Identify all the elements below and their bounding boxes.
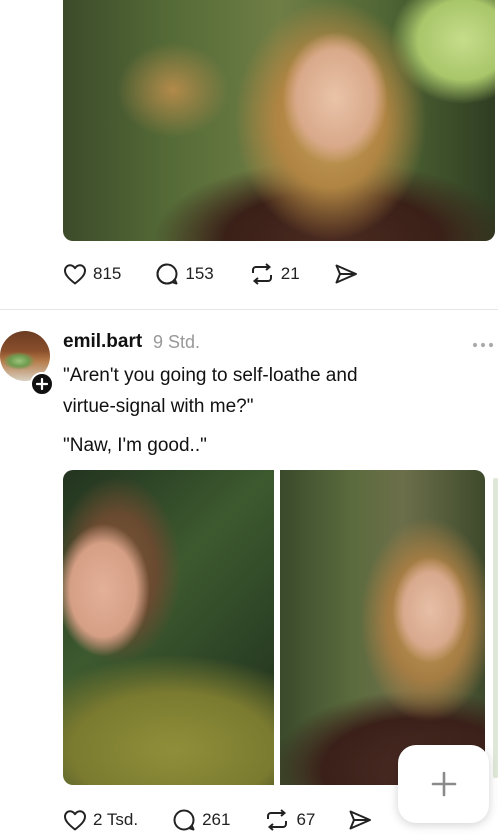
like-button[interactable]: 2 Tsd. (63, 809, 138, 831)
repost-count: 21 (280, 264, 300, 283)
repost-button[interactable]: 21 (249, 262, 300, 286)
reply-button[interactable]: 261 (172, 808, 230, 832)
reply-button[interactable]: 153 (155, 262, 214, 286)
timestamp: 9 Std. (153, 332, 201, 352)
repost-icon (267, 809, 288, 831)
post-actions: 815 153 21 (63, 262, 358, 286)
heart-icon (64, 264, 86, 285)
follow-button[interactable] (30, 372, 54, 396)
repost-icon (251, 263, 272, 285)
share-button[interactable] (334, 263, 358, 285)
post-text-line: "Aren't you going to self-loathe and (63, 365, 358, 386)
post-image-right[interactable] (280, 470, 485, 785)
post-text-line: virtue-signal with me?" (63, 396, 254, 417)
post-image[interactable] (63, 0, 495, 241)
send-icon (335, 264, 357, 284)
like-count: 815 (93, 264, 122, 283)
more-icon (472, 342, 494, 348)
more-button[interactable] (472, 336, 494, 354)
reply-count: 261 (202, 810, 231, 829)
comment-icon (156, 263, 178, 285)
plus-icon (36, 378, 48, 390)
repost-button[interactable]: 67 (264, 808, 315, 832)
share-button[interactable] (348, 809, 372, 831)
post-divider (0, 309, 498, 310)
like-button[interactable]: 815 (63, 263, 121, 285)
post-image-left[interactable] (63, 470, 274, 785)
send-icon (349, 810, 372, 830)
compose-button[interactable] (398, 745, 489, 823)
repost-count: 67 (296, 810, 316, 829)
plus-icon (431, 771, 456, 797)
username[interactable]: emil.bart (63, 331, 142, 353)
next-image-edge (493, 478, 498, 778)
reply-count: 153 (185, 264, 214, 283)
like-count: 2 Tsd. (93, 810, 139, 829)
comment-icon (173, 809, 195, 831)
post-actions: 2 Tsd. 261 67 (63, 808, 372, 832)
heart-icon (64, 810, 86, 831)
post-text-line: "Naw, I'm good.." (63, 435, 207, 456)
